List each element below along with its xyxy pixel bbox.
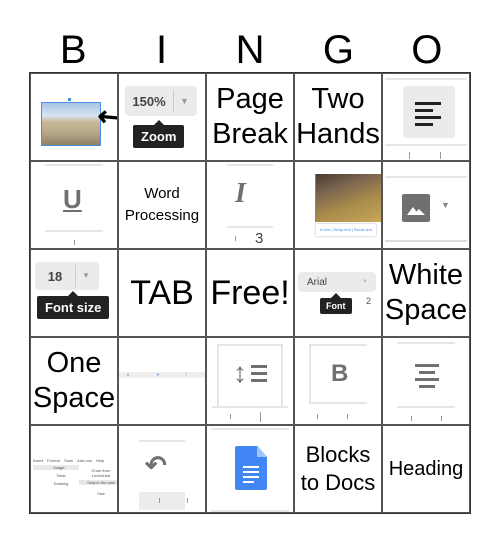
cell-undo[interactable]: ↶ bbox=[118, 425, 206, 513]
cell-align-center[interactable] bbox=[382, 337, 470, 425]
cell-ruler[interactable]: 6 ▼ 7 bbox=[118, 337, 206, 425]
menu-dropdown: Image Table Drawing bbox=[33, 465, 79, 486]
cell-bold[interactable]: B bbox=[294, 337, 382, 425]
font-dropdown[interactable]: Arial ▼ bbox=[298, 272, 376, 292]
chevron-down-icon: ▼ bbox=[75, 265, 90, 287]
google-docs-icon bbox=[235, 446, 267, 490]
header-letter-o: O bbox=[411, 28, 443, 72]
chevron-down-icon: ▼ bbox=[362, 279, 368, 285]
cell-underline[interactable]: U bbox=[30, 161, 118, 249]
cell-line-spacing[interactable]: ↕ bbox=[206, 337, 294, 425]
cell-zoom[interactable]: 150% ▼ Zoom bbox=[118, 73, 206, 161]
image-options-bar[interactable]: In line | Wrap text | Break text bbox=[316, 224, 376, 236]
cell-word-processing[interactable]: Word Processing bbox=[118, 161, 206, 249]
bingo-board: ↖ 150% ▼ Zoom Page Break Two Hands U Word P bbox=[29, 72, 471, 514]
header-letter-i: I bbox=[156, 28, 168, 72]
bold-icon: B bbox=[331, 360, 349, 387]
align-center-icon bbox=[413, 362, 441, 390]
cell-page-break[interactable]: Page Break bbox=[206, 73, 294, 161]
font-size-dropdown[interactable]: 18 ▼ bbox=[35, 262, 99, 290]
cell-insert-menu[interactable]: Insert Format Tools Add-ons Help Image Table… bbox=[30, 425, 118, 513]
bingo-header: B I N G O bbox=[29, 28, 471, 72]
underline-icon: U bbox=[63, 184, 82, 214]
cell-tab[interactable]: TAB bbox=[118, 249, 206, 337]
zoom-tooltip: Zoom bbox=[133, 120, 185, 148]
chevron-down-icon: ▼ bbox=[441, 200, 450, 210]
cell-google-docs[interactable] bbox=[206, 425, 294, 513]
cell-align-left[interactable] bbox=[382, 73, 470, 161]
straw-image bbox=[315, 174, 381, 222]
font-size-tooltip: Font size bbox=[37, 291, 110, 319]
header-letter-n: N bbox=[235, 28, 265, 72]
font-tooltip: Font bbox=[320, 293, 352, 314]
ruler: 6 ▼ 7 bbox=[119, 372, 205, 378]
cell-blocks-to-docs[interactable]: Blocks to Docs bbox=[294, 425, 382, 513]
cell-insert-image[interactable]: ▼ bbox=[382, 161, 470, 249]
header-letter-b: B bbox=[59, 28, 87, 72]
cell-italic[interactable]: I 3 bbox=[206, 161, 294, 249]
cell-heading[interactable]: Heading bbox=[382, 425, 470, 513]
cell-free[interactable]: Free! bbox=[206, 249, 294, 337]
insert-image-icon bbox=[402, 194, 430, 222]
header-letter-g: G bbox=[322, 28, 354, 72]
selection-handle bbox=[68, 98, 71, 101]
cell-image-select[interactable]: ↖ bbox=[30, 73, 118, 161]
cell-two-hands[interactable]: Two Hands bbox=[294, 73, 382, 161]
menu-bar: Insert Format Tools Add-ons Help bbox=[33, 458, 105, 463]
cell-font[interactable]: Arial ▼ Font 2 bbox=[294, 249, 382, 337]
submenu: Chart from Lucidchart Search the web Siz… bbox=[79, 468, 117, 496]
zoom-dropdown[interactable]: 150% ▼ bbox=[125, 86, 197, 116]
cell-font-size[interactable]: 18 ▼ Font size bbox=[30, 249, 118, 337]
italic-icon: I bbox=[235, 178, 246, 209]
cell-white-space[interactable]: White Space bbox=[382, 249, 470, 337]
cell-one-space[interactable]: One Space bbox=[30, 337, 118, 425]
undo-icon: ↶ bbox=[145, 450, 167, 480]
cell-image-options[interactable]: In line | Wrap text | Break text bbox=[294, 161, 382, 249]
line-spacing-icon: ↕ bbox=[233, 357, 247, 388]
align-left-icon bbox=[403, 86, 455, 138]
chevron-down-icon: ▼ bbox=[173, 90, 189, 112]
